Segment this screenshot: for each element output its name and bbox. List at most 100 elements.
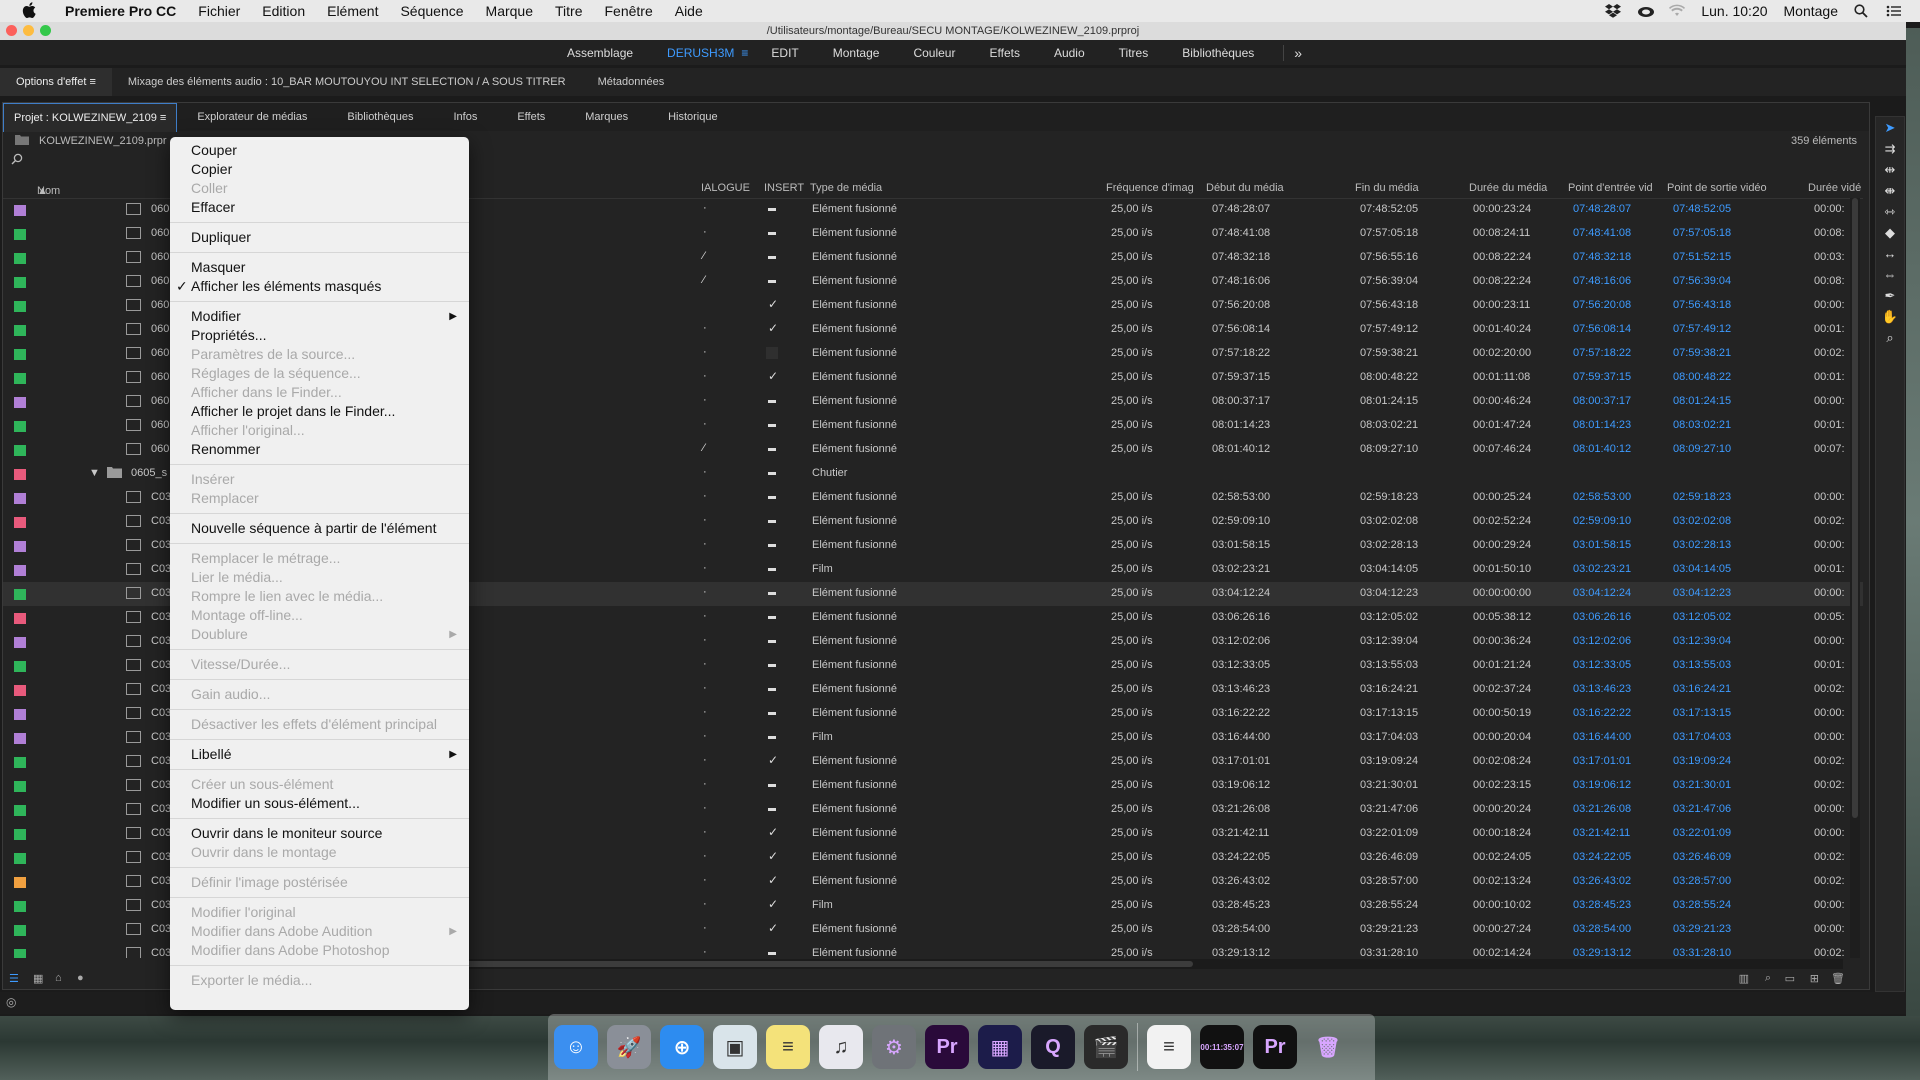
dialogue-cell[interactable]: · xyxy=(703,610,707,622)
insert-checkbox[interactable] xyxy=(768,712,776,715)
insert-checkbox[interactable] xyxy=(768,280,776,283)
insert-checkbox[interactable]: ✓ xyxy=(768,297,780,311)
workspace-montage[interactable]: Montage xyxy=(816,46,897,60)
media-encoder-icon[interactable]: ▦ xyxy=(978,1025,1022,1069)
insert-checkbox[interactable] xyxy=(768,616,776,619)
trash-icon[interactable]: 🗑 xyxy=(1306,1025,1350,1069)
context-menu-item[interactable]: Ouvrir dans le moniteur source xyxy=(170,824,469,843)
document-icon[interactable]: ≡ xyxy=(1147,1025,1191,1069)
context-menu-item[interactable]: Masquer xyxy=(170,258,469,277)
video-out-cell[interactable]: 07:57:05:18 xyxy=(1673,227,1731,239)
column-dialogue[interactable]: IALOGUE xyxy=(701,182,750,194)
video-out-cell[interactable]: 07:57:49:12 xyxy=(1673,323,1731,335)
item-name[interactable]: C03 xyxy=(151,851,171,863)
video-in-cell[interactable]: 03:29:13:12 xyxy=(1573,947,1631,958)
notes-icon[interactable]: ≡ xyxy=(766,1025,810,1069)
item-name[interactable]: 060 xyxy=(151,275,169,287)
video-in-cell[interactable]: 02:59:09:10 xyxy=(1573,515,1631,527)
insert-checkbox[interactable] xyxy=(768,808,776,811)
workspace-audio[interactable]: Audio xyxy=(1037,46,1102,60)
label-color-chip[interactable] xyxy=(14,685,26,696)
dialogue-cell[interactable]: · xyxy=(703,682,707,694)
dialogue-cell[interactable]: · xyxy=(703,514,707,526)
label-color-chip[interactable] xyxy=(14,829,26,840)
insert-checkbox[interactable]: ✓ xyxy=(768,321,780,335)
context-menu-item[interactable]: Libellé ▶ xyxy=(170,745,469,764)
insert-checkbox[interactable] xyxy=(768,472,776,475)
item-name[interactable]: C03 xyxy=(151,827,171,839)
context-menu-item[interactable]: Nouvelle séquence à partir de l'élément xyxy=(170,519,469,538)
label-color-chip[interactable] xyxy=(14,589,26,600)
panel-menu-icon[interactable]: ≡ xyxy=(160,112,166,124)
label-color-chip[interactable] xyxy=(14,493,26,504)
insert-checkbox[interactable] xyxy=(768,544,776,547)
item-name[interactable]: C03 xyxy=(151,587,171,599)
dialogue-cell[interactable]: · xyxy=(703,730,707,742)
premiere-pro-icon[interactable]: Pr xyxy=(925,1025,969,1069)
column-fps[interactable]: Fréquence d'imag xyxy=(1106,182,1194,194)
video-out-cell[interactable]: 03:02:02:08 xyxy=(1673,515,1731,527)
video-out-cell[interactable]: 03:26:46:09 xyxy=(1673,851,1731,863)
label-color-chip[interactable] xyxy=(14,877,26,888)
insert-checkbox[interactable] xyxy=(768,208,776,211)
panel-menu-icon[interactable]: ≡ xyxy=(89,76,95,88)
dialogue-cell[interactable]: · xyxy=(703,226,707,238)
label-color-chip[interactable] xyxy=(14,637,26,648)
apple-icon[interactable] xyxy=(22,1,40,21)
insert-checkbox[interactable] xyxy=(768,568,776,571)
dialogue-cell[interactable]: · xyxy=(703,202,707,214)
column-video-duration[interactable]: Durée vidé xyxy=(1808,182,1861,194)
video-out-cell[interactable]: 03:13:55:03 xyxy=(1673,659,1731,671)
tab-project[interactable]: Projet : KOLWEZINEW_2109 ≡ xyxy=(3,102,178,132)
dialogue-cell[interactable]: · xyxy=(703,490,707,502)
rolling-edit-tool-icon[interactable]: ⇼ xyxy=(1876,180,1904,201)
insert-checkbox[interactable] xyxy=(768,952,776,955)
dialogue-cell[interactable]: · xyxy=(703,562,707,574)
workspace-couleur[interactable]: Couleur xyxy=(896,46,972,60)
insert-checkbox[interactable]: ✓ xyxy=(768,849,780,863)
tab-media-browser[interactable]: Explorateur de médias xyxy=(177,103,327,131)
system-preferences-icon[interactable]: ⚙ xyxy=(872,1025,916,1069)
label-color-chip[interactable] xyxy=(14,397,26,408)
icon-view-icon[interactable]: ▦ xyxy=(33,972,43,985)
label-color-chip[interactable] xyxy=(14,445,26,456)
video-in-cell[interactable]: 07:59:37:15 xyxy=(1573,371,1631,383)
video-out-cell[interactable]: 07:48:52:05 xyxy=(1673,203,1731,215)
item-name[interactable]: 060 xyxy=(151,371,169,383)
column-media-start[interactable]: Début du média xyxy=(1206,182,1284,194)
wifi-icon[interactable] xyxy=(1669,4,1686,18)
premiere-timecode-icon[interactable]: 00:11:35:07 xyxy=(1200,1025,1244,1069)
workspace-more-icon[interactable]: » xyxy=(1283,44,1302,61)
tab-effect-controls[interactable]: Options d'effet ≡ xyxy=(0,68,112,96)
video-out-cell[interactable]: 07:51:52:15 xyxy=(1673,251,1731,263)
spotlight-search-icon[interactable] xyxy=(1854,4,1870,18)
label-color-chip[interactable] xyxy=(14,229,26,240)
insert-checkbox[interactable] xyxy=(766,347,778,359)
track-select-tool-icon[interactable]: ⇉ xyxy=(1876,138,1904,159)
label-color-chip[interactable] xyxy=(14,301,26,312)
tab-effects[interactable]: Effets xyxy=(497,103,565,131)
tab-libraries[interactable]: Bibliothèques xyxy=(327,103,433,131)
item-name[interactable]: C03 xyxy=(151,491,171,503)
video-out-cell[interactable]: 03:04:14:05 xyxy=(1673,563,1731,575)
menu-fichier[interactable]: Fichier xyxy=(187,3,251,19)
video-in-cell[interactable]: 08:01:40:12 xyxy=(1573,443,1631,455)
column-media-duration[interactable]: Durée du média xyxy=(1469,182,1547,194)
column-insert[interactable]: INSERT xyxy=(764,182,804,194)
insert-checkbox[interactable]: ✓ xyxy=(768,753,780,767)
selection-tool-icon[interactable]: ➤ xyxy=(1876,117,1904,138)
find-icon[interactable]: ⌕ xyxy=(1765,972,1771,985)
context-menu-item[interactable]: Propriétés... xyxy=(170,326,469,345)
video-in-cell[interactable]: 03:21:26:08 xyxy=(1573,803,1631,815)
tab-audio-clip-mixer[interactable]: Mixage des éléments audio : 10_BAR MOUTO… xyxy=(112,68,582,96)
dialogue-cell[interactable]: · xyxy=(703,658,707,670)
dialogue-cell[interactable]: · xyxy=(703,850,707,862)
window-zoom-button[interactable] xyxy=(40,25,51,36)
item-name[interactable]: 060 xyxy=(151,299,169,311)
slide-tool-icon[interactable]: ⇔ xyxy=(1876,264,1904,285)
label-color-chip[interactable] xyxy=(14,517,26,528)
video-in-cell[interactable]: 07:48:28:07 xyxy=(1573,203,1631,215)
label-color-chip[interactable] xyxy=(14,709,26,720)
item-name[interactable]: C03 xyxy=(151,875,171,887)
label-color-chip[interactable] xyxy=(14,757,26,768)
